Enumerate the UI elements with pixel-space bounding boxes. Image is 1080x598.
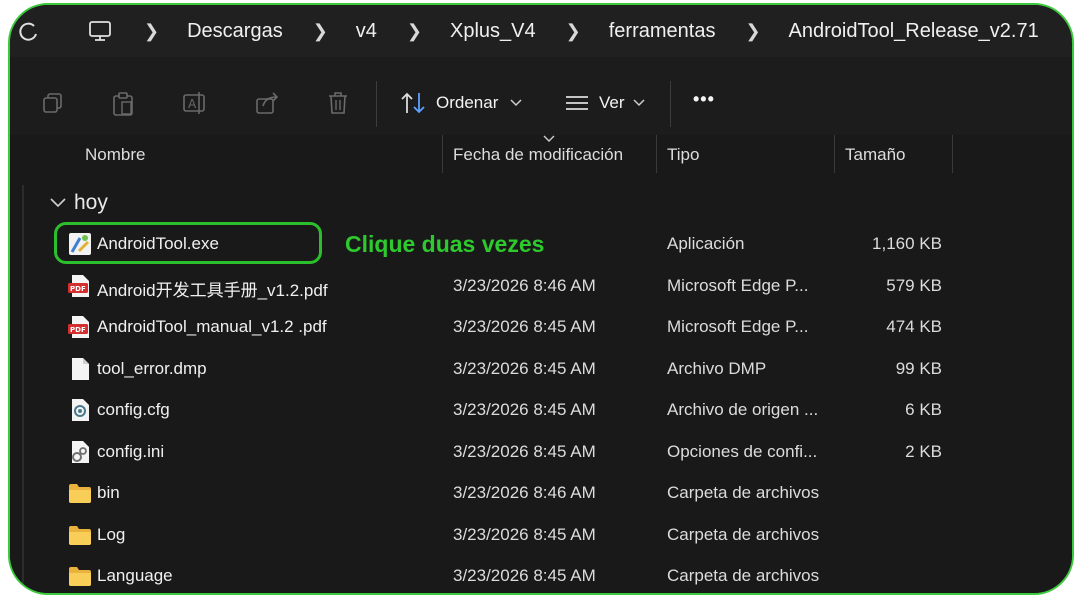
- file-name[interactable]: tool_error.dmp: [97, 359, 207, 379]
- file-row-android-manual-cn-pdf[interactable]: PDF Android开发工具手册_v1.2.pdf 3/23/2026 8:4…: [10, 266, 1072, 306]
- svg-text:PDF: PDF: [70, 326, 86, 334]
- file-type: Microsoft Edge P...: [667, 276, 809, 295]
- file-name[interactable]: AndroidTool_manual_v1.2 .pdf: [97, 317, 327, 337]
- file-type: Archivo de origen ...: [667, 400, 819, 419]
- file-date: 3/23/2026 8:45 AM: [453, 317, 596, 336]
- breadcrumb: ❯ Descargas ❯ v4 ❯ Xplus_V4 ❯ ferramenta…: [10, 5, 1072, 57]
- config-file-icon: [72, 399, 89, 421]
- group-label: hoy: [74, 191, 108, 214]
- file-type: Opciones de confi...: [667, 442, 818, 461]
- more-options-button[interactable]: •••: [693, 89, 715, 110]
- column-separator[interactable]: [656, 135, 657, 173]
- file-size: 2 KB: [905, 442, 942, 461]
- pdf-icon: PDF: [68, 275, 89, 297]
- chevron-right-icon[interactable]: ❯: [313, 21, 328, 42]
- file-date: 3/23/2026 8:46 AM: [453, 483, 596, 502]
- view-button[interactable]: Ver: [599, 93, 625, 113]
- file-type: Carpeta de archivos: [667, 483, 820, 502]
- file-row-config-cfg[interactable]: config.cfg 3/23/2026 8:45 AM Archivo de …: [10, 390, 1072, 430]
- column-header: Nombre Fecha de modificación Tipo Tamaño: [10, 135, 1072, 175]
- column-header-date[interactable]: Fecha de modificación: [453, 145, 623, 165]
- column-header-name[interactable]: Nombre: [85, 145, 145, 165]
- folder-row-bin[interactable]: bin 3/23/2026 8:46 AM Carpeta de archivo…: [10, 473, 1072, 513]
- file-date: 3/23/2026 8:45 AM: [453, 566, 596, 585]
- chevron-right-icon[interactable]: ❯: [745, 21, 760, 42]
- breadcrumb-item-xplus[interactable]: Xplus_V4: [450, 20, 536, 43]
- sort-indicator-icon: [543, 135, 555, 142]
- file-size: 6 KB: [905, 400, 942, 419]
- file-date: 3/23/2026 8:46 AM: [453, 276, 596, 295]
- file-row-androidtool-manual-pdf[interactable]: PDF AndroidTool_manual_v1.2 .pdf 3/23/20…: [10, 307, 1072, 347]
- toolbar-divider: [376, 81, 377, 127]
- command-toolbar: A Ordenar Ver •••: [10, 69, 1072, 135]
- chevron-right-icon[interactable]: ❯: [407, 21, 422, 42]
- this-pc-icon[interactable]: [88, 20, 114, 42]
- breadcrumb-item-v4[interactable]: v4: [356, 20, 377, 43]
- share-icon[interactable]: [255, 91, 281, 115]
- file-name[interactable]: config.cfg: [97, 400, 170, 420]
- pdf-icon: PDF: [68, 316, 89, 338]
- column-header-type[interactable]: Tipo: [667, 145, 699, 165]
- copy-icon[interactable]: [41, 91, 65, 115]
- file-name[interactable]: Log: [97, 525, 125, 545]
- file-explorer-window: ❯ Descargas ❯ v4 ❯ Xplus_V4 ❯ ferramenta…: [8, 3, 1074, 595]
- file-type: Carpeta de archivos: [667, 525, 820, 544]
- sort-icon[interactable]: [400, 91, 428, 115]
- view-icon[interactable]: [564, 94, 590, 114]
- file-size: 99 KB: [895, 359, 942, 378]
- chevron-right-icon[interactable]: ❯: [1069, 21, 1072, 42]
- file-list: hoy AndroidTool.exe Aplicación 1,160 KB …: [10, 175, 1072, 593]
- chevron-down-icon[interactable]: [510, 99, 522, 107]
- folder-row-log[interactable]: Log 3/23/2026 8:45 AM Carpeta de archivo…: [10, 515, 1072, 555]
- file-name[interactable]: Android开发工具手册_v1.2.pdf: [97, 276, 328, 301]
- column-separator[interactable]: [442, 135, 443, 173]
- chevron-right-icon[interactable]: ❯: [144, 21, 159, 42]
- breadcrumb-item-descargas[interactable]: Descargas: [187, 20, 283, 43]
- breadcrumb-item-androidtool-release[interactable]: AndroidTool_Release_v2.71: [789, 20, 1039, 43]
- file-type: Aplicación: [667, 234, 745, 253]
- file-row-tool-error-dmp[interactable]: tool_error.dmp 3/23/2026 8:45 AM Archivo…: [10, 349, 1072, 389]
- toolbar-divider: [670, 81, 671, 127]
- column-separator[interactable]: [834, 135, 835, 173]
- delete-icon[interactable]: [326, 91, 350, 115]
- column-header-size[interactable]: Tamaño: [845, 145, 905, 165]
- file-size: 1,160 KB: [872, 234, 942, 253]
- chevron-right-icon[interactable]: ❯: [566, 21, 581, 42]
- rename-icon[interactable]: A: [182, 91, 208, 115]
- address-bar[interactable]: ❯ Descargas ❯ v4 ❯ Xplus_V4 ❯ ferramenta…: [10, 5, 1072, 57]
- file-type: Archivo DMP: [667, 359, 767, 378]
- settings-file-icon: [72, 441, 89, 463]
- annotation-double-click: Clique duas vezes: [345, 231, 545, 257]
- file-name[interactable]: config.ini: [97, 442, 164, 462]
- folder-icon: [69, 484, 91, 503]
- file-date: 3/23/2026 8:45 AM: [453, 442, 596, 461]
- file-row-config-ini[interactable]: config.ini 3/23/2026 8:45 AM Opciones de…: [10, 432, 1072, 472]
- blank-file-icon: [72, 358, 89, 380]
- paste-icon[interactable]: [111, 91, 135, 117]
- folder-icon: [69, 567, 91, 586]
- file-date: 3/23/2026 8:45 AM: [453, 400, 596, 419]
- column-separator[interactable]: [952, 135, 953, 173]
- svg-text:PDF: PDF: [70, 285, 86, 293]
- folder-row-language[interactable]: Language 3/23/2026 8:45 AM Carpeta de ar…: [10, 556, 1072, 593]
- file-type: Microsoft Edge P...: [667, 317, 809, 336]
- file-type: Carpeta de archivos: [667, 566, 820, 585]
- group-header-today[interactable]: hoy: [50, 191, 108, 215]
- file-date: 3/23/2026 8:45 AM: [453, 359, 596, 378]
- file-size: 579 KB: [886, 276, 942, 295]
- svg-text:A: A: [188, 97, 197, 111]
- chevron-down-icon[interactable]: [50, 198, 66, 208]
- file-name[interactable]: Language: [97, 566, 173, 586]
- breadcrumb-item-ferramentas[interactable]: ferramentas: [609, 20, 716, 43]
- chevron-down-icon[interactable]: [633, 99, 645, 107]
- sort-button[interactable]: Ordenar: [436, 93, 498, 113]
- file-date: 3/23/2026 8:45 AM: [453, 525, 596, 544]
- file-name[interactable]: bin: [97, 483, 120, 503]
- folder-icon: [69, 526, 91, 545]
- highlight-box: [54, 222, 322, 264]
- file-size: 474 KB: [886, 317, 942, 336]
